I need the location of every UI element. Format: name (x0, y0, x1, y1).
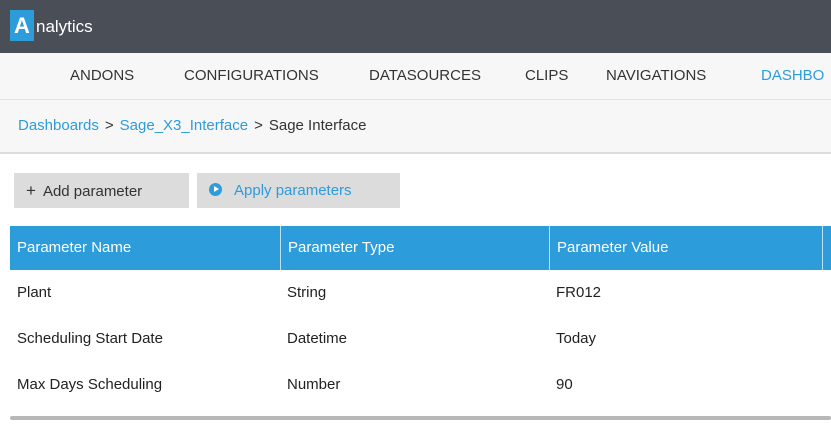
breadcrumb-sage-x3-interface[interactable]: Sage_X3_Interface (120, 117, 248, 134)
table-row[interactable]: Scheduling Start Date Datetime Today (10, 316, 831, 362)
nav-item-andons[interactable]: ANDONS (70, 53, 134, 99)
nav-item-datasources[interactable]: DATASOURCES (369, 53, 481, 99)
cell-parameter-value[interactable]: FR012 (549, 270, 822, 316)
parameters-table: Parameter Name Parameter Type Parameter … (10, 226, 831, 408)
cell-parameter-name: Plant (17, 284, 52, 301)
cell-parameter-name: Scheduling Start Date (17, 330, 163, 347)
table-row[interactable]: Plant String FR012 (10, 270, 831, 316)
horizontal-scrollbar[interactable] (10, 416, 831, 420)
top-nav: ANDONS CONFIGURATIONS DATASOURCES CLIPS … (0, 53, 831, 100)
breadcrumb: Dashboards > Sage_X3_Interface > Sage Interf… (0, 100, 831, 154)
cell-parameter-value[interactable]: 90 (549, 362, 822, 408)
column-header-parameter-value[interactable]: Parameter Value (549, 226, 822, 270)
breadcrumb-dashboards[interactable]: Dashboards (18, 117, 99, 134)
breadcrumb-current: Sage Interface (268, 117, 367, 134)
cell-parameter-value[interactable]: Today (549, 316, 822, 362)
cell-parameter-type: String (287, 284, 327, 301)
cell-parameter-name: Max Days Scheduling (17, 376, 163, 393)
app-logo: A (10, 10, 34, 41)
add-parameter-label: Add parameter (42, 183, 143, 200)
table-header: Parameter Name Parameter Type Parameter … (10, 226, 831, 270)
apply-parameters-label: Apply parameters (234, 182, 352, 199)
plus-icon: + (26, 181, 36, 200)
app-name: nalytics (36, 17, 93, 36)
app-logo-letter: A (14, 12, 30, 38)
table-row[interactable]: Max Days Scheduling Number 90 (10, 362, 831, 408)
nav-item-navigations[interactable]: NAVIGATIONS (606, 53, 706, 99)
add-parameter-button[interactable]: + Add parameter (14, 173, 189, 208)
breadcrumb-separator: > (254, 117, 263, 134)
column-header-extra (822, 226, 831, 270)
nav-item-configurations[interactable]: CONFIGURATIONS (184, 53, 319, 99)
column-header-parameter-type[interactable]: Parameter Type (280, 226, 549, 270)
breadcrumb-separator: > (104, 117, 114, 134)
parameter-toolbar: + Add parameter Apply parameters (0, 154, 831, 226)
cell-parameter-type: Number (287, 376, 341, 393)
apply-parameters-button[interactable]: Apply parameters (197, 173, 400, 208)
column-header-parameter-name[interactable]: Parameter Name (10, 226, 280, 270)
app-titlebar: A nalytics (0, 0, 831, 53)
nav-item-dashboards[interactable]: DASHBO (761, 53, 824, 99)
play-circle-icon (209, 183, 222, 196)
nav-item-clips[interactable]: CLIPS (525, 53, 568, 99)
cell-parameter-type: Datetime (287, 330, 348, 347)
